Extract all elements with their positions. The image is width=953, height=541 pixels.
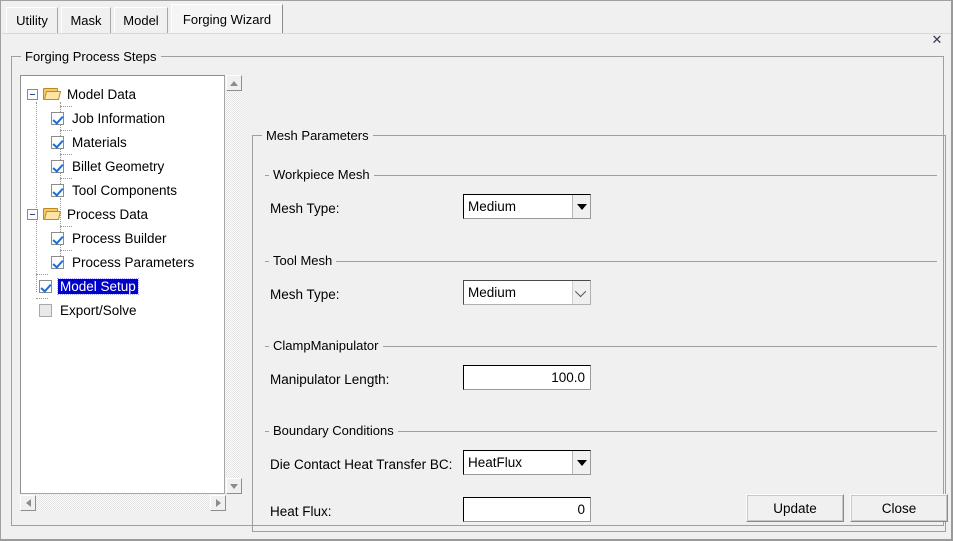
tree-node-label: Job Information	[72, 110, 166, 126]
tree-node-export-solve[interactable]: Export/Solve	[21, 298, 224, 322]
label-heat-flux: Heat Flux:	[270, 504, 332, 519]
scrollbar-track[interactable]	[36, 495, 210, 511]
tab-model[interactable]: Model	[114, 7, 168, 33]
update-button[interactable]: Update	[746, 494, 844, 522]
checkbox-icon[interactable]	[51, 159, 64, 173]
chevron-down-icon[interactable]	[572, 281, 590, 304]
checkbox-icon[interactable]	[51, 111, 64, 125]
section-tool-mesh: Tool Mesh	[265, 253, 937, 268]
tree-node-label: Materials	[72, 134, 127, 150]
scrollbar-track[interactable]	[226, 91, 242, 478]
combo-value: Medium	[468, 199, 517, 214]
label-die-contact-heat-transfer-bc: Die Contact Heat Transfer BC:	[270, 457, 453, 472]
checkbox-icon[interactable]	[39, 279, 52, 293]
process-steps-tree-panel: Model Data Job Information Materials Bil…	[20, 75, 242, 511]
tab-label: Forging Wizard	[182, 11, 272, 27]
chevron-down-icon[interactable]	[572, 451, 590, 474]
tree-node-label: Billet Geometry	[72, 158, 165, 174]
tree-vertical-scrollbar[interactable]	[226, 75, 242, 494]
tree-node-process-data[interactable]: Process Data	[21, 202, 224, 226]
label-tool-mesh-type: Mesh Type:	[270, 287, 340, 302]
tree-node-tool-components[interactable]: Tool Components	[21, 178, 224, 202]
tree-node-label: Model Setup	[57, 277, 139, 295]
section-workpiece-mesh: Workpiece Mesh	[265, 167, 937, 182]
workpiece-mesh-type-combo[interactable]: Medium	[463, 194, 591, 219]
close-button[interactable]: Close	[850, 494, 948, 522]
checkbox-icon[interactable]	[51, 183, 64, 197]
collapse-expander-icon[interactable]	[27, 88, 38, 100]
heat-flux-input[interactable]: 0	[463, 497, 591, 522]
checkbox-icon[interactable]	[51, 135, 64, 149]
tree-node-job-information[interactable]: Job Information	[21, 106, 224, 130]
tree-node-materials[interactable]: Materials	[21, 130, 224, 154]
chevron-down-icon[interactable]	[572, 195, 590, 218]
scroll-down-arrow-icon[interactable]	[226, 478, 242, 494]
tree-node-label: Process Parameters	[72, 254, 195, 270]
scroll-right-arrow-icon[interactable]	[210, 495, 226, 511]
tab-label: Model	[123, 13, 159, 28]
section-title: Workpiece Mesh	[269, 167, 374, 182]
tree-node-label: Process Builder	[72, 230, 167, 246]
folder-icon	[43, 87, 62, 101]
application-window: Utility Mask Model Forging Wizard ✕ Forg…	[0, 0, 953, 541]
process-steps-tree[interactable]: Model Data Job Information Materials Bil…	[20, 75, 225, 494]
tab-utility[interactable]: Utility	[6, 7, 58, 33]
tree-node-billet-geometry[interactable]: Billet Geometry	[21, 154, 224, 178]
section-title: ClampManipulator	[269, 338, 383, 353]
tree-horizontal-scrollbar[interactable]	[20, 495, 226, 511]
section-clamp-manipulator: ClampManipulator	[265, 338, 937, 353]
mesh-parameters-group: Mesh Parameters Workpiece Mesh Mesh Type…	[252, 128, 946, 532]
combo-value: Medium	[468, 285, 517, 300]
forging-process-steps-title: Forging Process Steps	[21, 49, 161, 64]
manipulator-length-input[interactable]: 100.0	[463, 365, 591, 390]
die-contact-heat-transfer-bc-combo[interactable]: HeatFlux	[463, 450, 591, 475]
tree-node-process-parameters[interactable]: Process Parameters	[21, 250, 224, 274]
tree-node-label: Process Data	[67, 206, 149, 222]
checkbox-icon[interactable]	[39, 303, 52, 317]
section-boundary-conditions: Boundary Conditions	[265, 423, 937, 438]
scroll-left-arrow-icon[interactable]	[20, 495, 36, 511]
checkbox-icon[interactable]	[51, 255, 64, 269]
tab-label: Utility	[16, 13, 48, 28]
tree-node-model-setup[interactable]: Model Setup	[21, 274, 224, 298]
tab-mask[interactable]: Mask	[61, 7, 111, 33]
tab-bar: Utility Mask Model Forging Wizard	[2, 2, 951, 34]
tab-label: Mask	[70, 13, 102, 28]
tab-forging-wizard[interactable]: Forging Wizard	[171, 4, 283, 33]
tree-node-label: Export/Solve	[60, 302, 137, 318]
scroll-up-arrow-icon[interactable]	[226, 75, 242, 91]
tool-mesh-type-combo[interactable]: Medium	[463, 280, 591, 305]
forging-process-steps-group: Forging Process Steps Model Data Job Inf…	[11, 49, 948, 532]
tree-node-label: Tool Components	[72, 182, 178, 198]
label-manipulator-length: Manipulator Length:	[270, 372, 390, 387]
folder-icon	[43, 207, 62, 221]
collapse-expander-icon[interactable]	[27, 208, 38, 220]
tree-node-model-data[interactable]: Model Data	[21, 82, 224, 106]
mesh-parameters-title: Mesh Parameters	[262, 128, 373, 143]
section-title: Boundary Conditions	[269, 423, 398, 438]
tree-node-label: Model Data	[67, 86, 137, 102]
combo-value: HeatFlux	[468, 455, 523, 470]
section-title: Tool Mesh	[269, 253, 337, 268]
checkbox-icon[interactable]	[51, 231, 64, 245]
close-icon[interactable]: ✕	[929, 32, 945, 48]
tree-node-process-builder[interactable]: Process Builder	[21, 226, 224, 250]
label-workpiece-mesh-type: Mesh Type:	[270, 201, 340, 216]
